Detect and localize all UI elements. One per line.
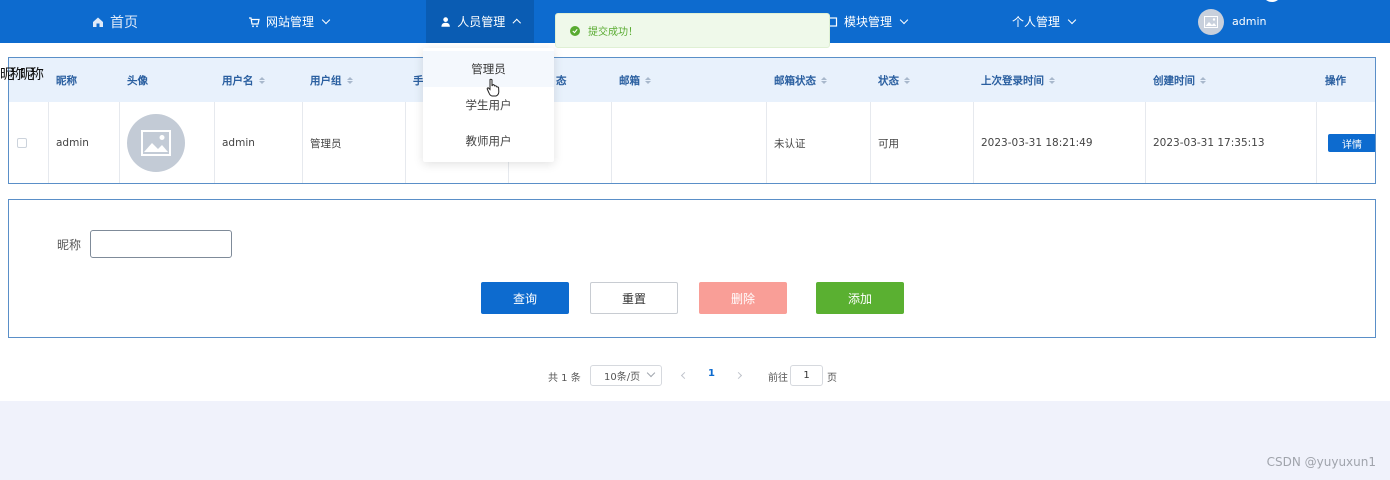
cell-created: 2023-03-31 17:35:13	[1153, 137, 1265, 149]
header-created[interactable]: 创建时间	[1153, 58, 1206, 102]
nav-user-menu[interactable]: admin	[1198, 0, 1266, 43]
user-icon	[441, 16, 450, 27]
goto-label: 前往	[768, 372, 788, 384]
cell-group: 管理员	[310, 137, 342, 150]
sort-icon	[346, 76, 353, 84]
chevron-down-icon	[321, 15, 331, 24]
cell-avatar	[127, 102, 185, 183]
cart-icon	[249, 16, 260, 27]
header-avatar: 头像	[127, 74, 148, 87]
header-status[interactable]: 状态	[878, 58, 910, 102]
nav-module-management[interactable]: 模块管理	[826, 0, 909, 43]
column-divider	[302, 102, 303, 183]
delete-button[interactable]: 删除	[699, 282, 787, 314]
nav-personal-label: 个人管理	[1012, 15, 1061, 29]
check-circle-icon	[570, 25, 580, 36]
query-button[interactable]: 查询	[481, 282, 569, 314]
reset-button[interactable]: 重置	[590, 282, 678, 314]
clipped-label: 昵称昵称	[0, 67, 44, 83]
column-divider	[1145, 102, 1146, 183]
chevron-down-icon	[899, 15, 909, 24]
nav-people-management[interactable]: 人员管理	[426, 0, 534, 43]
row-checkbox[interactable]	[17, 138, 27, 148]
column-divider	[48, 102, 49, 183]
table-header: 昵称 头像 用户名 用户组 手 态 邮箱 邮箱状态 状态 上次登录时间 创建时间…	[9, 58, 1375, 102]
hand-cursor-icon	[486, 78, 500, 97]
image-icon	[141, 130, 171, 156]
nav-website-label: 网站管理	[266, 15, 315, 29]
avatar	[1198, 8, 1224, 35]
sort-icon	[645, 76, 651, 84]
people-management-dropdown: 管理员 学生用户 教师用户	[423, 48, 554, 162]
sort-icon	[258, 76, 265, 84]
detail-button[interactable]: 详情	[1328, 134, 1375, 152]
column-divider	[405, 102, 406, 183]
header-nickname: 昵称	[56, 74, 77, 87]
cell-username: admin	[222, 137, 255, 149]
cell-actions: 详情	[1328, 102, 1375, 183]
user-table: 昵称 头像 用户名 用户组 手 态 邮箱 邮箱状态 状态 上次登录时间 创建时间…	[8, 57, 1376, 184]
header-username[interactable]: 用户名	[222, 58, 265, 102]
cell-email-status: 未认证	[774, 137, 806, 150]
nav-module-label: 模块管理	[844, 15, 893, 29]
column-divider	[611, 102, 612, 183]
success-toast: 提交成功！	[555, 13, 830, 48]
header-email-status[interactable]: 邮箱状态	[774, 58, 827, 102]
page-unit-label: 页	[827, 372, 837, 384]
home-icon	[93, 17, 103, 27]
nickname-input[interactable]	[90, 230, 232, 258]
column-divider	[1316, 102, 1317, 183]
cell-nickname: admin	[56, 137, 89, 149]
chevron-down-icon	[1067, 15, 1077, 24]
column-divider	[870, 102, 871, 183]
image-icon	[1204, 15, 1218, 28]
chevron-down-icon	[646, 368, 656, 378]
nav-website-management[interactable]: 网站管理	[248, 0, 331, 43]
page-size-select[interactable]: 10条/页	[590, 365, 662, 386]
column-divider	[766, 102, 767, 183]
nav-home-label: 首页	[110, 14, 138, 31]
cell-status: 可用	[878, 137, 899, 150]
nav-personal-management[interactable]: 个人管理	[1012, 0, 1077, 43]
toast-message: 提交成功！	[588, 27, 638, 38]
nav-people-label: 人员管理	[457, 15, 506, 29]
goto-page-input[interactable]: 1	[790, 365, 823, 386]
header-actions: 操作	[1325, 74, 1346, 87]
header-state[interactable]: 态	[556, 58, 567, 102]
header-last-login[interactable]: 上次登录时间	[981, 58, 1055, 102]
sort-icon	[1049, 76, 1055, 84]
column-divider	[119, 102, 120, 183]
nav-home[interactable]: 首页	[92, 0, 138, 43]
header-phone[interactable]: 手	[413, 58, 424, 102]
header-group[interactable]: 用户组	[310, 58, 353, 102]
pager-total: 共 1 条	[548, 372, 581, 384]
column-divider	[214, 102, 215, 183]
nickname-label: 昵称	[57, 238, 82, 252]
add-button[interactable]: 添加	[816, 282, 904, 314]
page-size-value: 10条/页	[604, 372, 641, 383]
column-divider	[973, 102, 974, 183]
avatar	[127, 114, 185, 172]
search-panel: 昵称 查询 重置 删除 添加	[8, 199, 1376, 338]
sort-icon	[904, 76, 910, 84]
sort-icon	[1200, 76, 1206, 84]
current-page[interactable]: 1	[708, 368, 715, 379]
cell-last-login: 2023-03-31 18:21:49	[981, 137, 1093, 149]
dropdown-item-teacher[interactable]: 教师用户	[423, 123, 554, 159]
sort-icon	[821, 76, 827, 84]
user-name: admin	[1232, 15, 1267, 28]
header-email[interactable]: 邮箱	[619, 58, 651, 102]
chevron-up-icon	[513, 18, 522, 28]
watermark: CSDN @yuyuxun1	[1266, 455, 1376, 469]
row-checkbox-cell[interactable]	[17, 102, 27, 183]
